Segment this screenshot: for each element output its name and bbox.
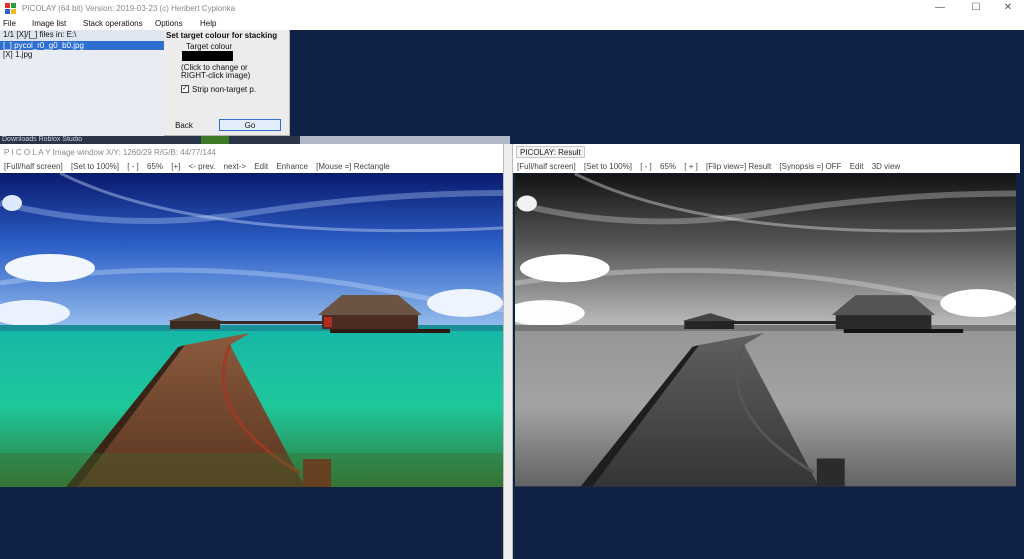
source-image[interactable] — [0, 173, 503, 487]
menu-stack-operations[interactable]: Stack operations — [83, 19, 143, 28]
picolay-app-icon — [5, 3, 16, 14]
mouse-mode-button[interactable]: [Mouse =] Rectangle — [316, 162, 390, 171]
strip-non-target-checkbox[interactable]: ✓ — [181, 85, 189, 93]
enhance-button[interactable]: Enhance — [276, 162, 308, 171]
window-divider — [503, 144, 513, 559]
menu-file[interactable]: File — [3, 19, 16, 28]
result-image[interactable] — [515, 173, 1016, 487]
zoom-out-button[interactable]: [ - ] — [127, 162, 139, 171]
next-button[interactable]: next-> — [224, 162, 246, 171]
file-row[interactable]: [_] pycol_r0_g0_b0.jpg — [0, 41, 164, 50]
edit-button[interactable]: Edit — [850, 162, 864, 171]
menu-bar: File Image list Stack operations Options… — [0, 17, 1024, 30]
go-button[interactable]: Go — [219, 119, 281, 131]
set-100-button[interactable]: [Set to 100%] — [584, 162, 632, 171]
menu-options[interactable]: Options — [155, 19, 183, 28]
pier-scene-illustration — [515, 173, 1016, 487]
target-colour-swatch[interactable] — [182, 51, 233, 61]
zoom-in-button[interactable]: [+] — [171, 162, 180, 171]
zoom-out-button[interactable]: [ - ] — [640, 162, 652, 171]
zoom-level: 65% — [660, 162, 677, 171]
image-list-panel: 1/1 [X]/[_] files in: E:\ [_] pycol_r0_g… — [0, 30, 164, 136]
app-titlebar: PICOLAY (64 bit) Version: 2019-03-23 (c)… — [0, 0, 1024, 17]
target-hint-line-2: RIGHT-click image) — [181, 71, 251, 80]
minimize-button[interactable]: — — [933, 2, 947, 14]
image-window-title: P I C O L A Y Image window X/Y: 1260/29 … — [4, 148, 216, 157]
set-100-button[interactable]: [Set to 100%] — [71, 162, 119, 171]
image-window-toolbar: [Full/half screen] [Set to 100%] [ - ] 6… — [4, 162, 396, 171]
back-button[interactable]: Back — [173, 120, 195, 131]
full-half-screen-button[interactable]: [Full/half screen] — [517, 162, 576, 171]
file-row[interactable]: [X] 1.jpg — [0, 50, 164, 59]
background-window-text: Downloads Roblox Studio — [2, 136, 83, 143]
background-window-light-area — [300, 136, 510, 144]
menu-help[interactable]: Help — [200, 19, 216, 28]
edit-button[interactable]: Edit — [254, 162, 268, 171]
flip-view-button[interactable]: [Flip view=] Result — [706, 162, 771, 171]
result-window: PICOLAY: Result [Full/half screen] [Set … — [513, 144, 1020, 173]
zoom-in-button[interactable]: [ + ] — [684, 162, 698, 171]
close-button[interactable]: ✕ — [1001, 2, 1015, 14]
result-window-tab[interactable]: PICOLAY: Result — [516, 146, 585, 158]
window-title: PICOLAY (64 bit) Version: 2019-03-23 (c)… — [22, 4, 236, 13]
full-half-screen-button[interactable]: [Full/half screen] — [4, 162, 63, 171]
zoom-level: 65% — [147, 162, 164, 171]
synopsis-button[interactable]: [Synopsis =] OFF — [779, 162, 841, 171]
stacking-panel: Set target colour for stacking Target co… — [164, 30, 290, 136]
3d-view-button[interactable]: 3D view — [872, 162, 900, 171]
result-window-toolbar: [Full/half screen] [Set to 100%] [ - ] 6… — [517, 162, 906, 171]
background-window-green-area — [201, 136, 229, 144]
target-colour-label: Target colour — [186, 42, 233, 51]
maximize-button[interactable]: ☐ — [969, 2, 983, 14]
image-window: P I C O L A Y Image window X/Y: 1260/29 … — [0, 144, 504, 173]
image-list-header: 1/1 [X]/[_] files in: E:\ — [0, 30, 164, 41]
prev-button[interactable]: <- prev. — [189, 162, 216, 171]
stacking-panel-title: Set target colour for stacking — [166, 31, 278, 40]
pier-scene-illustration — [0, 173, 503, 487]
menu-image-list[interactable]: Image list — [32, 19, 66, 28]
strip-non-target-label: Strip non-target p. — [192, 85, 257, 94]
